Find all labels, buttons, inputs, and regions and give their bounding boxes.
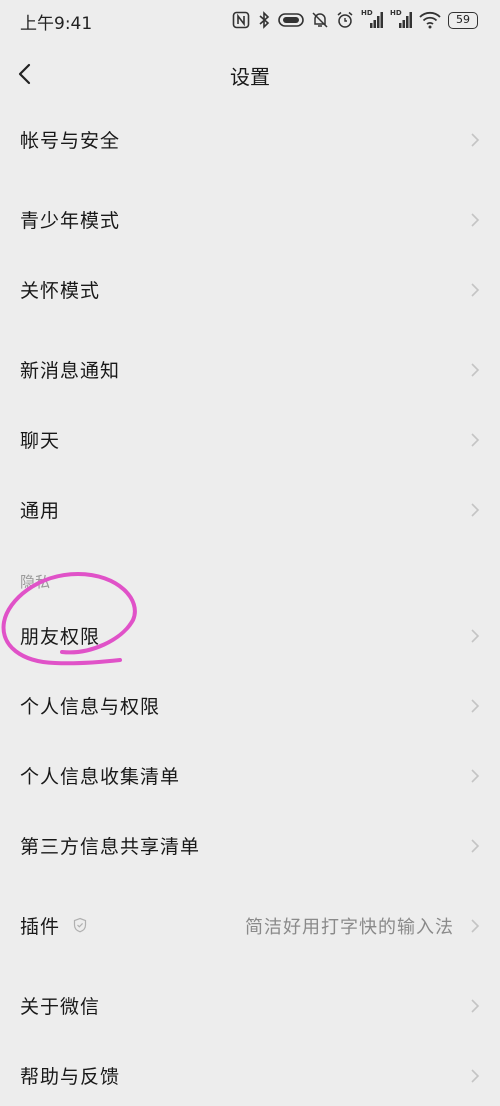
row-personal-info-permissions[interactable]: 个人信息与权限 <box>0 676 500 736</box>
hd-signal-icon: HD <box>361 9 383 30</box>
chevron-right-icon <box>471 283 480 297</box>
row-label: 个人信息收集清单 <box>20 766 181 788</box>
row-value: 简洁好用打字快的输入法 <box>245 917 454 938</box>
row-friend-permissions[interactable]: 朋友权限 <box>0 606 500 666</box>
row-help-feedback[interactable]: 帮助与反馈 <box>0 1046 500 1106</box>
nfc-icon <box>232 11 250 29</box>
row-plugins[interactable]: 插件 简洁好用打字快的输入法 <box>0 896 500 956</box>
wifi-icon <box>419 11 441 29</box>
row-teen-mode[interactable]: 青少年模式 <box>0 190 500 250</box>
status-bar: 上午9:41 HD HD 59 <box>0 0 500 40</box>
chevron-right-icon <box>471 363 480 377</box>
row-account-security[interactable]: 帐号与安全 <box>0 110 500 170</box>
chevron-right-icon <box>471 503 480 517</box>
row-label: 帮助与反馈 <box>20 1066 121 1088</box>
row-label: 青少年模式 <box>20 210 121 232</box>
chevron-right-icon <box>471 629 480 643</box>
chevron-right-icon <box>471 919 480 933</box>
section-label-privacy: 隐私 <box>20 573 51 591</box>
alarm-icon <box>337 11 353 28</box>
row-label: 个人信息与权限 <box>20 696 161 718</box>
row-new-message-notification[interactable]: 新消息通知 <box>0 340 500 400</box>
navbar: 设置 <box>0 40 500 108</box>
hd-signal-icon: HD <box>390 9 412 30</box>
chevron-right-icon <box>471 769 480 783</box>
row-about-wechat[interactable]: 关于微信 <box>0 976 500 1036</box>
row-label: 通用 <box>20 500 61 522</box>
row-chat[interactable]: 聊天 <box>0 410 500 470</box>
chevron-right-icon <box>471 133 480 147</box>
row-label: 聊天 <box>20 430 61 452</box>
shield-icon <box>73 917 87 933</box>
chevron-right-icon <box>471 839 480 853</box>
chevron-right-icon <box>471 999 480 1013</box>
bluetooth-icon <box>259 11 270 29</box>
mute-bell-icon <box>312 12 328 28</box>
row-care-mode[interactable]: 关怀模式 <box>0 260 500 320</box>
row-general[interactable]: 通用 <box>0 480 500 540</box>
battery-icon: 59 <box>448 11 478 29</box>
status-time: 上午9:41 <box>20 14 93 34</box>
row-label: 新消息通知 <box>20 360 121 382</box>
chevron-right-icon <box>471 699 480 713</box>
row-label: 朋友权限 <box>20 626 101 648</box>
row-label: 帐号与安全 <box>20 130 121 152</box>
chevron-right-icon <box>471 213 480 227</box>
row-label: 插件 <box>20 916 61 938</box>
row-label: 关于微信 <box>20 996 101 1018</box>
chevron-right-icon <box>471 1069 480 1083</box>
chevron-right-icon <box>471 433 480 447</box>
row-third-party-sharing-list[interactable]: 第三方信息共享清单 <box>0 816 500 876</box>
row-label: 第三方信息共享清单 <box>20 836 201 858</box>
row-personal-info-collection-list[interactable]: 个人信息收集清单 <box>0 746 500 806</box>
vibrate-icon <box>278 13 304 27</box>
status-icons: HD HD 59 <box>232 9 478 31</box>
page-title: 设置 <box>230 65 270 89</box>
row-label: 关怀模式 <box>20 280 101 302</box>
